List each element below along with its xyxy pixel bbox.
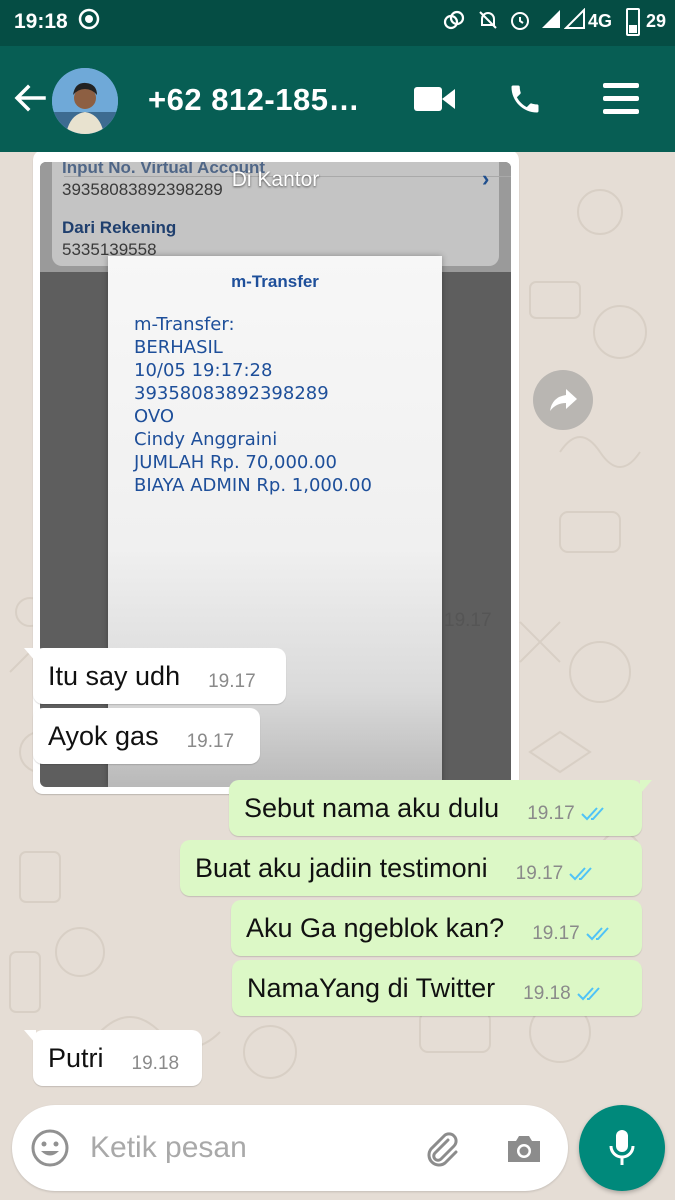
message-time: 19.18 (131, 1053, 180, 1074)
message-text: Buat aku jadiin testimoni (195, 852, 488, 883)
compose-pill (12, 1105, 568, 1191)
camera-icon[interactable] (504, 1129, 544, 1169)
outgoing-message[interactable]: Aku Ga ngeblok kan? 19.17 (231, 900, 642, 956)
incoming-message[interactable]: Putri 19.18 (24, 1030, 202, 1086)
outgoing-message[interactable]: NamaYang di Twitter 19.18 (232, 960, 642, 1016)
chat-area[interactable]: Input No. Virtual Account 39358083892398… (0, 152, 675, 1100)
receipt-line: 10/05 19:17:28 (134, 360, 273, 381)
receipt-line: JUMLAH Rp. 70,000.00 (134, 452, 338, 473)
message-time: 19.17 (186, 731, 235, 752)
message-time: 19.18 (523, 983, 571, 1004)
forward-icon[interactable] (533, 370, 593, 430)
double-check-icon (581, 807, 604, 821)
sync-icon (78, 8, 100, 38)
incoming-message[interactable]: Ayok gas 19.17 (33, 708, 260, 764)
double-check-icon (576, 987, 600, 1001)
signal2-icon (563, 7, 586, 38)
receipt-line: BERHASIL (134, 337, 223, 358)
message-text: Putri (48, 1042, 104, 1073)
image-timestamp: 19.17 (444, 610, 492, 631)
bank-field2-label: Dari Rekening (62, 218, 177, 237)
message-time: 19.17 (527, 803, 575, 824)
network-type: 4G (588, 11, 613, 31)
double-check-icon (586, 927, 609, 941)
video-call-icon[interactable] (412, 76, 458, 122)
phone-icon[interactable] (502, 76, 548, 122)
outgoing-message[interactable]: Buat aku jadiin testimoni 19.17 (180, 840, 642, 896)
attach-icon[interactable] (422, 1128, 462, 1168)
receipt-title: m-Transfer (231, 272, 319, 291)
battery-level: 29 (646, 11, 667, 31)
link-icon (442, 8, 466, 40)
mute-bell-icon (476, 8, 500, 40)
message-text: Aku Ga ngeblok kan? (246, 912, 505, 943)
mic-icon (609, 1130, 635, 1165)
alarm-icon (508, 8, 532, 40)
message-text: NamaYang di Twitter (247, 972, 496, 1003)
emoji-icon[interactable] (30, 1128, 70, 1168)
image-caption: Di Kantor (231, 168, 320, 191)
message-text: Ayok gas (48, 720, 159, 751)
message-time: 19.17 (208, 671, 256, 692)
status-bar: 19:18 4G 29 (0, 0, 675, 46)
chat-header: +62 812-185… (0, 46, 675, 152)
receipt-line: OVO (134, 406, 175, 427)
receipt-line: 39358083892398289 (134, 383, 329, 404)
avatar[interactable] (52, 68, 118, 134)
receipt-line: m-Transfer: (134, 314, 235, 335)
double-check-icon (569, 867, 592, 881)
contact-name[interactable]: +62 812-185… (148, 82, 360, 118)
message-input[interactable] (90, 1123, 410, 1173)
message-text: Sebut nama aku dulu (244, 792, 500, 823)
message-text: Itu say udh (48, 660, 181, 691)
receipt-line: Cindy Anggraini (134, 429, 278, 450)
message-time: 19.17 (515, 863, 564, 884)
mic-button[interactable] (579, 1105, 665, 1191)
back-arrow-icon[interactable] (10, 78, 50, 118)
incoming-message[interactable]: Itu say udh 19.17 (24, 648, 286, 704)
compose-bar (0, 1100, 675, 1200)
receipt-line: BIAYA ADMIN Rp. 1,000.00 (134, 475, 372, 496)
status-time: 19:18 (14, 10, 68, 33)
battery-icon (626, 8, 640, 36)
menu-icon[interactable] (598, 76, 644, 122)
signal-icon (540, 8, 562, 38)
outgoing-message[interactable]: Sebut nama aku dulu 19.17 (229, 780, 652, 836)
message-time: 19.17 (532, 923, 580, 944)
